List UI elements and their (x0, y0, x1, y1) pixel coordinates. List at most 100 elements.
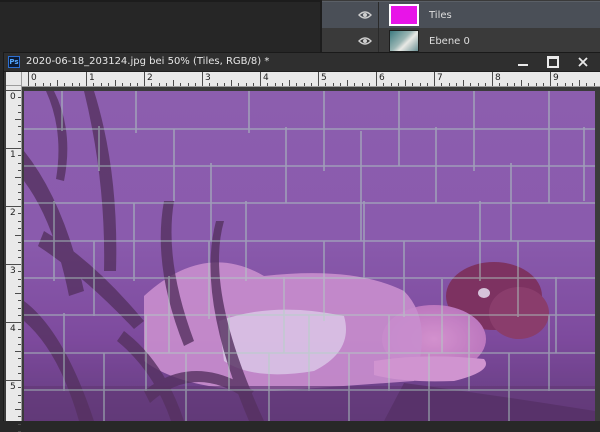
ruler-minor-tick (245, 83, 247, 86)
ruler-minor-tick (122, 83, 124, 86)
ruler-minor-tick (586, 83, 588, 86)
ruler-minor-tick (521, 80, 522, 86)
ruler-minor-tick (18, 343, 21, 345)
close-button[interactable] (569, 53, 597, 71)
ruler-minor-tick (129, 83, 131, 86)
ruler-minor-tick (173, 80, 174, 86)
ruler-label: 0 (10, 92, 16, 102)
ruler-label: 5 (10, 382, 16, 392)
ruler-minor-tick (18, 169, 21, 171)
ruler-minor-tick (107, 83, 109, 86)
ruler-label: 7 (437, 73, 443, 83)
ruler-minor-tick (579, 80, 580, 86)
ruler-minor-tick (354, 83, 356, 86)
minimize-button[interactable] (509, 53, 537, 71)
ruler-minor-tick (231, 80, 232, 86)
ruler-major-tick (318, 72, 319, 86)
ruler-minor-tick (136, 83, 138, 86)
vertical-ruler[interactable]: 0 1 2 3 4 5 (6, 86, 22, 432)
ruler-minor-tick (18, 133, 21, 135)
ruler-minor-tick (339, 83, 341, 86)
ruler-minor-tick (15, 235, 21, 236)
ruler-minor-tick (412, 83, 414, 86)
ruler-minor-tick (274, 83, 276, 86)
ruler-minor-tick (180, 83, 182, 86)
layer-name[interactable]: Tiles (429, 10, 452, 21)
ruler-major-tick (202, 72, 203, 86)
layer-row-tiles[interactable]: Tiles (322, 1, 600, 29)
ruler-minor-tick (477, 83, 479, 86)
ruler-minor-tick (18, 162, 21, 164)
ruler-label: 9 (553, 73, 559, 83)
image-canvas[interactable] (24, 91, 595, 421)
layer-visibility-toggle[interactable] (352, 2, 379, 28)
ruler-minor-tick (18, 227, 21, 229)
document-title: 2020-06-18_203124.jpg bei 50% (Tiles, RG… (26, 56, 270, 67)
ruler-minor-tick (194, 83, 196, 86)
ruler-minor-tick (506, 83, 508, 86)
ruler-minor-tick (426, 83, 428, 86)
ruler-minor-tick (93, 83, 95, 86)
ruler-minor-tick (528, 83, 530, 86)
color-fill-overlay (24, 91, 595, 421)
layer-thumbnail-fill (389, 4, 419, 26)
ruler-minor-tick (42, 83, 44, 86)
layer-visibility-toggle[interactable] (352, 28, 379, 54)
ruler-minor-tick (281, 83, 283, 86)
ruler-label: 3 (205, 73, 211, 83)
ruler-minor-tick (18, 401, 21, 403)
ruler-minor-tick (18, 213, 21, 215)
ruler-minor-tick (593, 83, 595, 86)
maximize-icon (547, 56, 559, 68)
ruler-minor-tick (71, 83, 73, 86)
ruler-minor-tick (441, 83, 443, 86)
close-icon (578, 57, 588, 67)
ruler-minor-tick (18, 104, 21, 106)
ruler-minor-tick (115, 80, 116, 86)
ruler-minor-tick (542, 83, 544, 86)
ruler-minor-tick (368, 83, 370, 86)
ruler-minor-tick (18, 336, 21, 338)
ruler-minor-tick (15, 351, 21, 352)
document-titlebar[interactable]: Ps 2020-06-18_203124.jpg bei 50% (Tiles,… (4, 53, 600, 72)
ruler-minor-tick (18, 249, 21, 251)
ruler-minor-tick (18, 97, 21, 99)
ruler-minor-tick (18, 198, 21, 200)
layer-name[interactable]: Ebene 0 (429, 36, 470, 47)
horizontal-ruler[interactable]: 0 1 2 3 4 5 6 7 8 9 (22, 72, 600, 87)
ruler-minor-tick (557, 83, 559, 86)
ruler-label: 0 (31, 73, 37, 83)
ruler-minor-tick (18, 423, 21, 425)
ruler-minor-tick (18, 372, 21, 374)
ruler-minor-tick (535, 83, 537, 86)
ruler-major-tick (6, 322, 21, 323)
ruler-label: 1 (10, 150, 16, 160)
canvas-artwork (24, 91, 595, 421)
ruler-minor-tick (18, 111, 21, 113)
ruler-label: 3 (10, 266, 16, 276)
maximize-button[interactable] (539, 53, 567, 71)
ruler-minor-tick (325, 83, 327, 86)
ruler-minor-tick (18, 140, 21, 142)
ruler-origin[interactable] (6, 72, 22, 86)
photoshop-app-icon: Ps (8, 56, 20, 68)
ruler-label: 4 (263, 73, 269, 83)
ruler-minor-tick (187, 83, 189, 86)
ruler-minor-tick (15, 293, 21, 294)
ruler-minor-tick (216, 83, 218, 86)
ruler-label: 6 (379, 73, 385, 83)
ruler-minor-tick (18, 416, 21, 418)
minimize-icon (518, 64, 528, 66)
ruler-minor-tick (238, 83, 240, 86)
ruler-minor-tick (64, 83, 66, 86)
ruler-major-tick (260, 72, 261, 86)
ruler-label: 8 (495, 73, 501, 83)
ruler-minor-tick (448, 83, 450, 86)
ruler-minor-tick (151, 83, 153, 86)
ruler-minor-tick (223, 83, 225, 86)
ruler-minor-tick (18, 242, 21, 244)
document-window[interactable]: Ps 2020-06-18_203124.jpg bei 50% (Tiles,… (3, 52, 600, 432)
ruler-minor-tick (347, 80, 348, 86)
layer-row-ebene-0[interactable]: Ebene 0 (322, 28, 600, 54)
ruler-minor-tick (463, 80, 464, 86)
